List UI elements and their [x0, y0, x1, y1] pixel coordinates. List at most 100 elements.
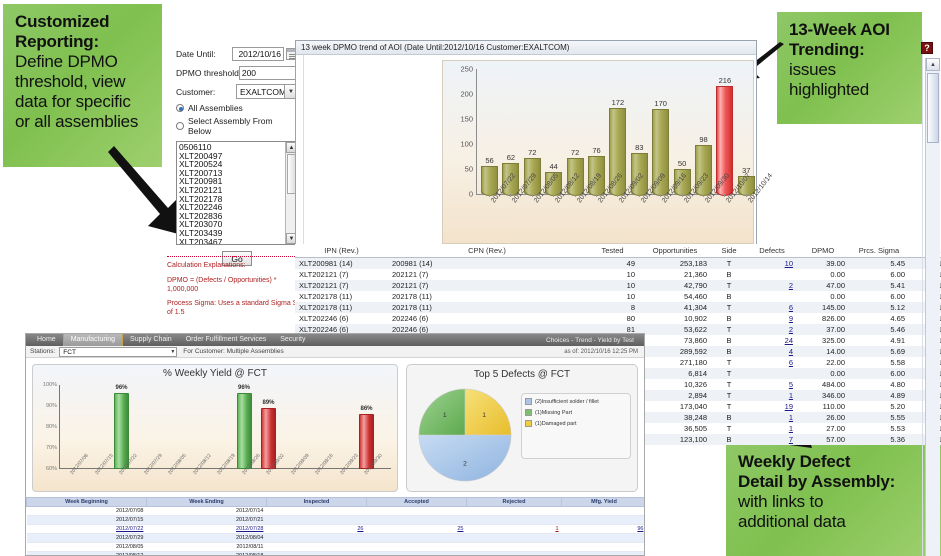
- bottom-column-header[interactable]: Mfg. Yield: [561, 497, 644, 507]
- dpmo-threshold-input[interactable]: [238, 65, 299, 80]
- table-cell: 6.00: [849, 291, 909, 302]
- list-item[interactable]: 2012/08/12 2012/08/18: [26, 551, 644, 555]
- table-cell: 2: [747, 280, 797, 291]
- table-cell: 27.00: [797, 423, 849, 434]
- assembly-listbox[interactable]: 0506110 XLT200497 XLT200524 XLT200713 XLT200…: [176, 141, 298, 245]
- weekly-yield-chart-card: % Weekly Yield @ FCT 100% 90% 80% 70% 60% 96…: [32, 364, 398, 492]
- yield-x-tick-label: 2012/09/16: [314, 452, 335, 476]
- date-until-input[interactable]: [232, 46, 284, 61]
- defects-link[interactable]: 1: [789, 424, 793, 433]
- table-cell: B: [711, 346, 747, 357]
- defects-link[interactable]: 2: [789, 325, 793, 334]
- yield-bar-label: 89%: [262, 400, 275, 407]
- defects-link[interactable]: 1: [789, 413, 793, 422]
- yield-bar: [236, 393, 252, 469]
- bottom-column-header[interactable]: Week Ending: [146, 497, 267, 507]
- customer-label: Customer:: [176, 86, 216, 97]
- stations-label: Stations:: [30, 348, 56, 355]
- detail-column-header[interactable]: Tested: [586, 244, 639, 258]
- x-tick: [553, 194, 555, 197]
- table-cell-link[interactable]: 2012/07/22: [116, 526, 144, 532]
- radio-all-assemblies[interactable]: All Assemblies: [176, 103, 298, 113]
- bottom-column-header[interactable]: Rejected: [466, 497, 562, 507]
- table-cell: 47.00: [797, 280, 849, 291]
- detail-column-header[interactable]: Opportunities: [639, 244, 711, 258]
- pie-label-solder: 2: [463, 461, 467, 468]
- dpmo-trend-chart-window: 13 week DPMO trend of AOI (Date Until:20…: [295, 40, 774, 244]
- bar-value-label: 62: [506, 153, 516, 162]
- page-scroll-up-icon[interactable]: ▲: [926, 58, 940, 71]
- defects-link[interactable]: 10: [785, 259, 793, 268]
- pie-label-damaged: 1: [482, 412, 486, 419]
- defects-link[interactable]: 24: [785, 336, 793, 345]
- defects-link[interactable]: 1: [789, 391, 793, 400]
- radio-select-assembly-icon[interactable]: [176, 122, 184, 130]
- dashboard-menu-item[interactable]: Home: [30, 334, 63, 346]
- page-scrollbar[interactable]: ▲: [925, 58, 940, 556]
- help-icon[interactable]: ?: [921, 42, 933, 54]
- defects-link[interactable]: 9: [789, 314, 793, 323]
- defects-link[interactable]: 6: [789, 358, 793, 367]
- bottom-column-header[interactable]: Accepted: [366, 497, 467, 507]
- table-row[interactable]: XLT202121 (7) 202121 (7) 10 21,360 B 0.00 6.00…: [295, 269, 941, 280]
- defects-link[interactable]: 19: [785, 402, 793, 411]
- report-filter-form: Date Until: DPMO threshold Customer: EXA…: [176, 46, 299, 266]
- pie-svg: 1 1 2: [418, 388, 512, 482]
- dashboard-menu-item[interactable]: Order Fulfillment Services: [179, 334, 274, 346]
- table-cell-link[interactable]: 96: [637, 526, 643, 532]
- list-item[interactable]: 2012/07/29 2012/08/04: [26, 533, 644, 543]
- x-tick: [617, 194, 619, 197]
- x-tick: [531, 194, 533, 197]
- detail-column-header[interactable]: Defects: [747, 244, 797, 258]
- assembly-option[interactable]: XLT203467: [179, 237, 297, 244]
- table-cell: 4.80: [849, 379, 909, 390]
- dashboard-menu-item[interactable]: Supply Chain: [123, 334, 179, 346]
- table-cell: 39.00: [797, 257, 849, 269]
- table-cell: 200981 (14): [388, 257, 586, 269]
- table-cell: 14.00: [797, 346, 849, 357]
- legend-swatch: [525, 409, 532, 416]
- bottom-column-header[interactable]: Week Beginning: [26, 497, 147, 507]
- table-row[interactable]: XLT202246 (6) 202246 (6) 80 10,902 B 9 826.00 4…: [295, 313, 941, 324]
- dashboard-menu-item[interactable]: Manufacturing: [62, 334, 124, 346]
- table-cell-link[interactable]: 1: [555, 526, 558, 532]
- list-item[interactable]: 2012/07/08 2012/07/14: [26, 506, 644, 516]
- table-cell: XLT200981 (14): [295, 257, 388, 269]
- detail-column-header[interactable]: CPN (Rev.): [388, 244, 586, 258]
- table-row[interactable]: XLT202178 (11) 202178 (11) 10 54,460 B 0.00 6.…: [295, 291, 941, 302]
- table-cell: 173,040: [639, 401, 711, 412]
- defects-link[interactable]: 7: [789, 435, 793, 444]
- table-cell: 202178 (11): [388, 302, 586, 313]
- table-cell: 202121 (7): [388, 269, 586, 280]
- dashboard-menu-item[interactable]: Security: [273, 334, 312, 346]
- defects-link[interactable]: 2: [789, 281, 793, 290]
- table-cell: 0.00: [797, 368, 849, 379]
- assembly-options[interactable]: 0506110 XLT200497 XLT200524 XLT200713 XLT200…: [177, 142, 297, 244]
- customer-row: Customer: EXALTCOM ▼: [176, 84, 298, 99]
- list-item[interactable]: 2012/07/15 2012/07/21: [26, 515, 644, 525]
- defects-link[interactable]: 6: [789, 303, 793, 312]
- customer-select[interactable]: EXALTCOM ▼: [236, 84, 298, 99]
- table-row[interactable]: XLT202121 (7) 202121 (7) 10 42,790 T 2 47.00 5.…: [295, 280, 941, 291]
- table-cell: 10: [586, 269, 639, 280]
- detail-column-header[interactable]: Side: [711, 244, 747, 258]
- radio-select-assembly[interactable]: Select Assembly From Below: [176, 116, 298, 136]
- table-cell-link[interactable]: 25: [457, 526, 463, 532]
- detail-column-header[interactable]: DPMO: [797, 244, 849, 258]
- table-cell: 80: [586, 313, 639, 324]
- radio-all-assemblies-icon[interactable]: [176, 104, 184, 112]
- list-item[interactable]: 2012/08/05 2012/08/11: [26, 542, 644, 552]
- detail-column-header[interactable]: Prcs. Sigma: [849, 244, 909, 258]
- detail-column-header[interactable]: IPN (Rev.): [295, 244, 388, 258]
- defects-link[interactable]: 4: [789, 347, 793, 356]
- weekly-inspection-table: Week Beginning Week Ending Inspected Accept…: [26, 497, 644, 555]
- list-item[interactable]: 2012/07/22 2012/07/28 26 25 1 96: [26, 524, 644, 534]
- table-cell-link[interactable]: 26: [357, 526, 363, 532]
- table-row[interactable]: XLT200981 (14) 200981 (14) 49 253,183 T 10 39.…: [295, 257, 941, 269]
- table-cell-link[interactable]: 2012/07/28: [236, 526, 264, 532]
- bottom-column-header[interactable]: Inspected: [266, 497, 367, 507]
- station-select[interactable]: FCT ▼: [59, 346, 178, 357]
- page-scroll-thumb[interactable]: [927, 73, 939, 143]
- table-row[interactable]: XLT202178 (11) 202178 (11) 8 41,304 T 6 145.00…: [295, 302, 941, 313]
- defects-link[interactable]: 5: [789, 380, 793, 389]
